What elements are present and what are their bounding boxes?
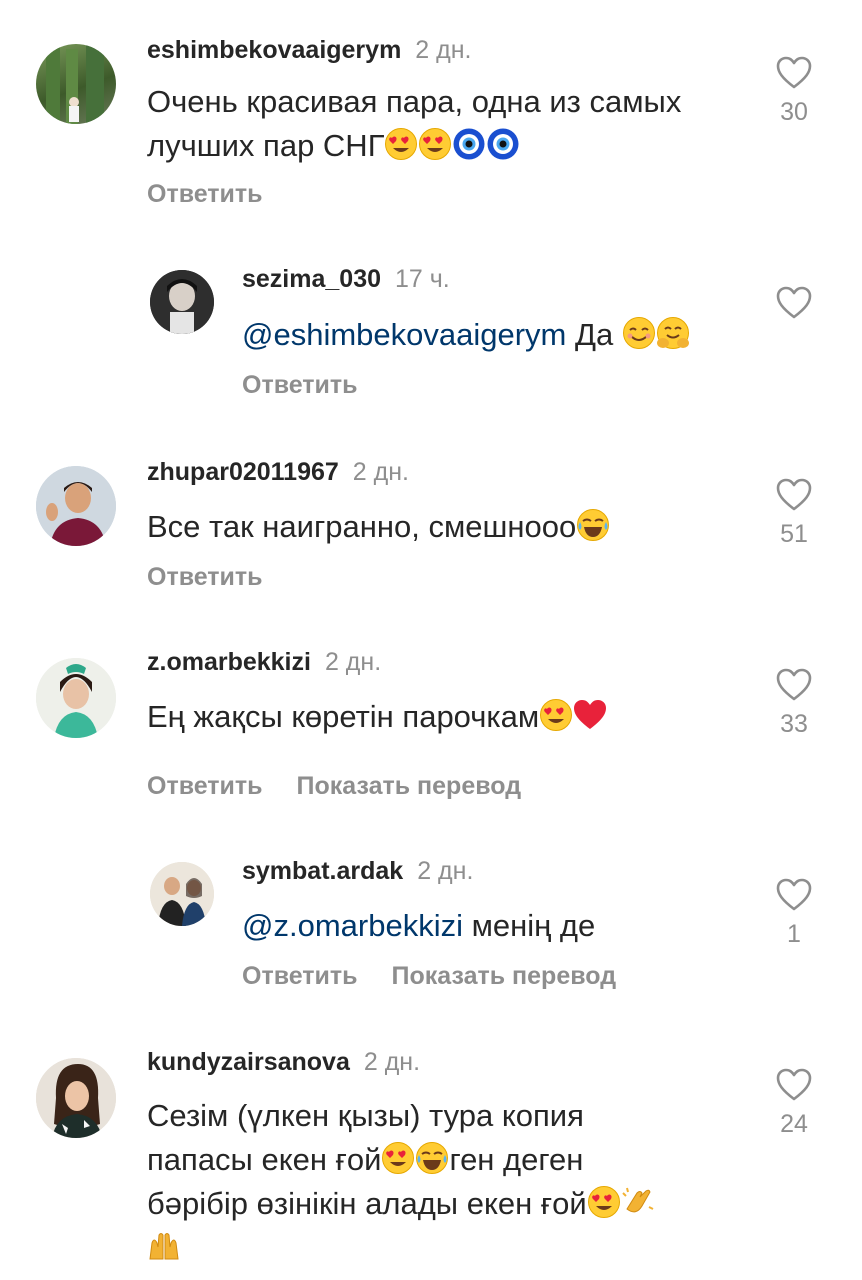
show-translation-button[interactable]: Показать перевод <box>392 962 617 990</box>
username[interactable]: symbat.ardak <box>242 857 403 885</box>
comment-text: Все так наигранно, смешнооо <box>147 505 610 549</box>
avatar[interactable] <box>36 1058 116 1138</box>
username[interactable]: z.omarbekkizi <box>147 648 311 676</box>
heart-eyes-emoji <box>384 127 418 161</box>
nazar-amulet-emoji <box>453 128 485 160</box>
clapping-hands-emoji <box>621 1187 654 1213</box>
timestamp: 2 дн. <box>363 1048 421 1076</box>
like-count: 30 <box>780 98 808 126</box>
avatar-image <box>36 658 116 738</box>
like-count: 24 <box>780 1110 808 1138</box>
avatar[interactable] <box>36 466 116 546</box>
heart-eyes-emoji <box>381 1141 415 1175</box>
like-count: 51 <box>780 520 808 548</box>
username[interactable]: sezima_030 <box>242 265 381 293</box>
avatar-image <box>36 466 116 546</box>
reply-button[interactable]: Ответить <box>242 371 358 399</box>
timestamp: 2 дн. <box>352 458 409 486</box>
username[interactable]: zhupar02011967 <box>147 458 339 486</box>
hugging-emoji <box>656 316 689 350</box>
heart-outline-icon[interactable] <box>776 1068 812 1102</box>
heart-outline-icon[interactable] <box>776 286 812 320</box>
red-heart-emoji <box>574 700 607 729</box>
comment-text: Ең жақсы көретін парочкам <box>147 695 607 739</box>
avatar-image <box>36 1058 116 1138</box>
tears-of-joy-emoji <box>576 508 610 542</box>
comment-text: @z.omarbekkizi менің де <box>242 908 596 943</box>
heart-outline-icon[interactable] <box>776 478 812 512</box>
like-count: 33 <box>780 710 808 738</box>
comment-text: Сезім (үлкен қызы) тура копия папасы еке… <box>147 1094 655 1270</box>
avatar-image <box>46 44 104 124</box>
avatar[interactable] <box>36 44 116 124</box>
like-count: 1 <box>787 920 801 948</box>
heart-outline-icon[interactable] <box>776 668 812 702</box>
nazar-amulet-emoji <box>487 128 519 160</box>
timestamp: 17 ч. <box>395 265 450 293</box>
timestamp: 2 дн. <box>417 857 474 885</box>
mention-link[interactable]: @eshimbekovaaigerym <box>242 317 566 352</box>
avatar-image <box>150 270 214 334</box>
smiling-emoji <box>622 316 656 350</box>
comment-text: Очень красивая пара, одна из самых лучши… <box>147 84 682 163</box>
show-translation-button[interactable]: Показать перевод <box>297 772 522 800</box>
timestamp: 2 дн. <box>324 648 382 676</box>
reply-button[interactable]: Ответить <box>147 772 263 800</box>
heart-eyes-emoji <box>418 127 452 161</box>
timestamp: 2 дн. <box>415 36 472 64</box>
avatar[interactable] <box>36 658 116 738</box>
avatar-image <box>150 862 214 926</box>
mention-link[interactable]: @z.omarbekkizi <box>242 908 463 943</box>
reply-button[interactable]: Ответить <box>242 962 358 990</box>
heart-eyes-emoji <box>587 1185 621 1219</box>
avatar[interactable] <box>150 270 214 334</box>
tears-of-joy-emoji <box>415 1141 449 1175</box>
heart-eyes-emoji <box>539 698 573 732</box>
avatar[interactable] <box>150 862 214 926</box>
username[interactable]: eshimbekovaaigerym <box>147 36 401 64</box>
username[interactable]: kundyzairsanova <box>147 1048 350 1076</box>
reply-button[interactable]: Ответить <box>147 563 263 591</box>
reply-button[interactable]: Ответить <box>147 180 263 208</box>
comment-text: @eshimbekovaaigerym Да <box>242 313 690 357</box>
heart-outline-icon[interactable] <box>776 878 812 912</box>
raising-hands-emoji <box>149 1233 179 1260</box>
heart-outline-icon[interactable] <box>776 56 812 90</box>
